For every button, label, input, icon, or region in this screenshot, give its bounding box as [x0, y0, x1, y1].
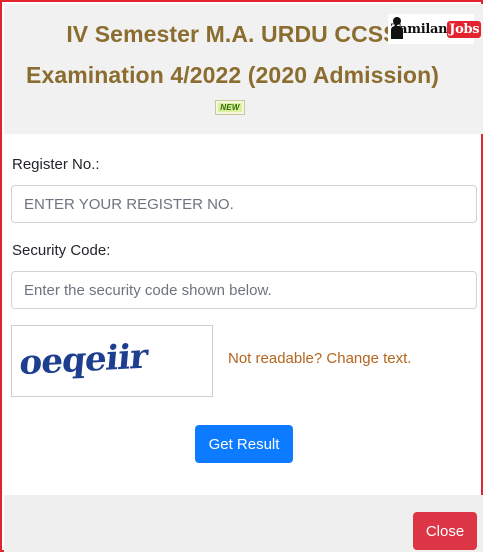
change-captcha-link[interactable]: Not readable? Change text. [228, 350, 411, 367]
close-button[interactable]: Close [413, 512, 477, 550]
security-code-input[interactable] [11, 271, 477, 309]
register-label: Register No.: [12, 156, 100, 173]
captcha-text: oeqeiir [17, 336, 149, 384]
logo-word-2: Jobs [447, 20, 482, 38]
dialog-footer [4, 495, 483, 552]
get-result-button[interactable]: Get Result [195, 425, 293, 463]
new-badge-text: NEW [218, 103, 242, 112]
new-badge: NEW [215, 100, 245, 115]
register-number-input[interactable] [11, 185, 477, 223]
captcha-image: oeqeiir [11, 325, 213, 397]
security-code-label: Security Code: [12, 242, 111, 259]
tamilanjobs-logo: Tamilan Jobs [388, 14, 482, 44]
result-dialog: IV Semester M.A. URDU CCSS Examination 4… [0, 0, 483, 552]
title-line-2: Examination 4/2022 (2020 Admission) [26, 62, 439, 88]
